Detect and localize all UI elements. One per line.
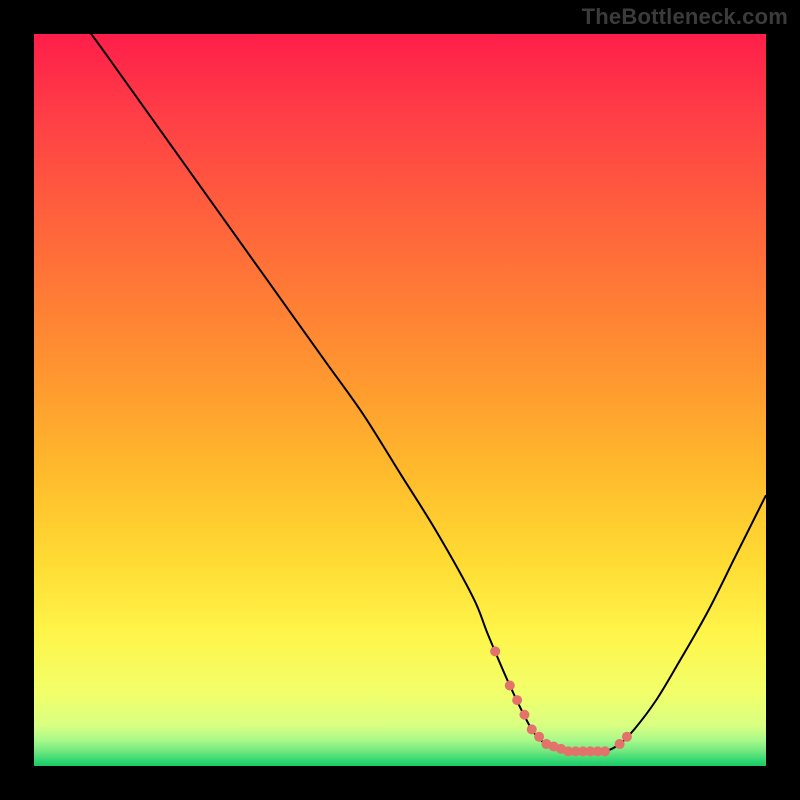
chart-svg (34, 34, 766, 766)
optimal-marker (527, 724, 537, 734)
attribution-label: TheBottleneck.com (582, 4, 788, 30)
optimal-marker (490, 646, 500, 656)
optimal-marker (505, 680, 515, 690)
optimal-marker (519, 710, 529, 720)
optimal-marker (622, 732, 632, 742)
optimal-marker (512, 695, 522, 705)
optimal-marker (534, 732, 544, 742)
optimal-marker (600, 746, 610, 756)
chart-frame: TheBottleneck.com (0, 0, 800, 800)
gradient-background (34, 34, 766, 766)
chart-plot (34, 34, 766, 766)
optimal-marker (615, 739, 625, 749)
